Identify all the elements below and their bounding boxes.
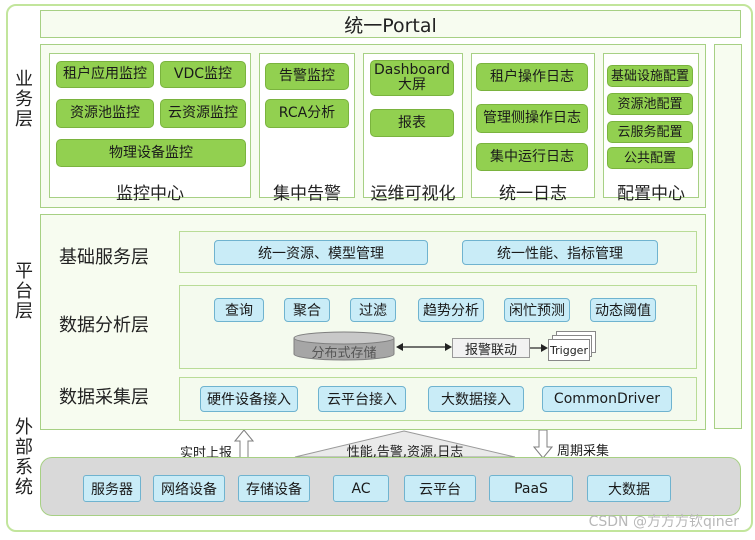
distributed-storage-label: 分布式存储	[311, 346, 377, 361]
unified-performance-metric-box: 统一性能、指标管理	[462, 240, 658, 265]
ac-box: AC	[333, 475, 389, 502]
storage-device-box: 存储设备	[238, 475, 310, 502]
realtime-up-arrow	[234, 430, 254, 458]
central-alarm-group: 告警监控 RCA分析 集中告警	[259, 53, 355, 204]
monitor-center-title: 监控中心	[116, 184, 184, 204]
ops-visualization-group: Dashboard大屏 报表 运维可视化	[363, 53, 463, 204]
vdc-monitor-box: VDC监控	[160, 61, 246, 88]
filter-box: 过滤	[350, 298, 396, 322]
infrastructure-config-box: 基础设施配置	[607, 65, 693, 87]
busy-idle-prediction-box: 闲忙预测	[504, 298, 570, 322]
config-center-title: 配置中心	[617, 184, 685, 204]
cloud-resource-monitor-box: 云资源监控	[160, 99, 246, 128]
cloud-platform-box: 云平台	[404, 475, 476, 502]
external-system-layer: 服务器 网络设备 存储设备 AC 云平台 PaaS 大数据	[40, 457, 741, 516]
cloud-platform-access-box: 云平台接入	[318, 386, 406, 412]
alarm-monitor-box: 告警监控	[265, 63, 349, 90]
dashboard-screen-box: Dashboard大屏	[370, 60, 454, 96]
business-layer-label: 业务层	[15, 69, 33, 130]
unified-resource-model-box: 统一资源、模型管理	[214, 240, 428, 265]
base-service-layer-title: 基础服务层	[59, 247, 149, 268]
admin-operation-log-box: 管理侧操作日志	[476, 104, 588, 133]
central-alarm-title: 集中告警	[273, 184, 341, 204]
unified-log-group: 租户操作日志 管理侧操作日志 集中运行日志 统一日志	[471, 53, 595, 204]
dynamic-threshold-box: 动态阈值	[590, 298, 656, 322]
alarm-linkage-box: 报警联动	[452, 338, 530, 358]
base-service-panel: 统一资源、模型管理 统一性能、指标管理	[179, 231, 697, 273]
platform-layer: 基础服务层 统一资源、模型管理 统一性能、指标管理 数据分析层 查询 聚合 过滤…	[40, 214, 706, 430]
tenant-operation-log-box: 租户操作日志	[476, 63, 588, 91]
paas-box: PaaS	[489, 475, 573, 502]
data-collection-panel: 硬件设备接入 云平台接入 大数据接入 CommonDriver	[179, 377, 697, 421]
rca-analysis-box: RCA分析	[265, 99, 349, 128]
central-runtime-log-box: 集中运行日志	[476, 143, 588, 171]
server-box: 服务器	[83, 475, 141, 502]
watermark-text: CSDN @方方方钦qiner	[588, 514, 739, 530]
trend-analysis-box: 趋势分析	[418, 298, 484, 322]
data-collection-layer-title: 数据采集层	[59, 387, 149, 408]
external-system-label: 外部系统	[15, 417, 33, 498]
business-layer: 租户应用监控 VDC监控 资源池监控 云资源监控 物理设备监控 监控中心 告警监…	[40, 44, 706, 208]
resource-pool-config-box: 资源池配置	[607, 93, 693, 115]
right-side-column	[714, 44, 742, 429]
ops-visualization-title: 运维可视化	[370, 184, 456, 204]
bigdata-access-box: 大数据接入	[428, 386, 524, 412]
cloud-service-config-box: 云服务配置	[607, 121, 693, 143]
periodic-down-arrow	[533, 430, 553, 458]
resource-pool-monitor-box: 资源池监控	[56, 99, 154, 128]
data-analysis-layer-title: 数据分析层	[59, 315, 149, 336]
portal-title: 统一Portal	[344, 14, 437, 37]
unified-log-title: 统一日志	[499, 184, 567, 204]
aggregate-box: 聚合	[284, 298, 330, 322]
public-config-box: 公共配置	[607, 147, 693, 169]
monitor-center-group: 租户应用监控 VDC监控 资源池监控 云资源监控 物理设备监控 监控中心	[49, 53, 251, 204]
portal-bar: 统一Portal	[40, 10, 741, 38]
config-center-group: 基础设施配置 资源池配置 云服务配置 公共配置 配置中心	[603, 53, 699, 204]
data-analysis-panel: 查询 聚合 过滤 趋势分析 闲忙预测 动态阈值 分布式存储 报警联动 Trigg…	[179, 285, 697, 369]
query-box: 查询	[214, 298, 264, 322]
platform-layer-label: 平台层	[15, 261, 33, 322]
storage-linkage-double-arrow	[396, 343, 452, 351]
common-driver-box: CommonDriver	[542, 386, 672, 412]
network-device-box: 网络设备	[153, 475, 225, 502]
trigger-doc: Trigger	[548, 339, 590, 361]
hardware-access-box: 硬件设备接入	[200, 386, 298, 412]
tenant-app-monitor-box: 租户应用监控	[56, 61, 154, 88]
physical-device-monitor-box: 物理设备监控	[56, 139, 246, 167]
linkage-trigger-arrow	[530, 344, 548, 352]
bigdata-box: 大数据	[587, 475, 671, 502]
report-box: 报表	[370, 109, 454, 137]
